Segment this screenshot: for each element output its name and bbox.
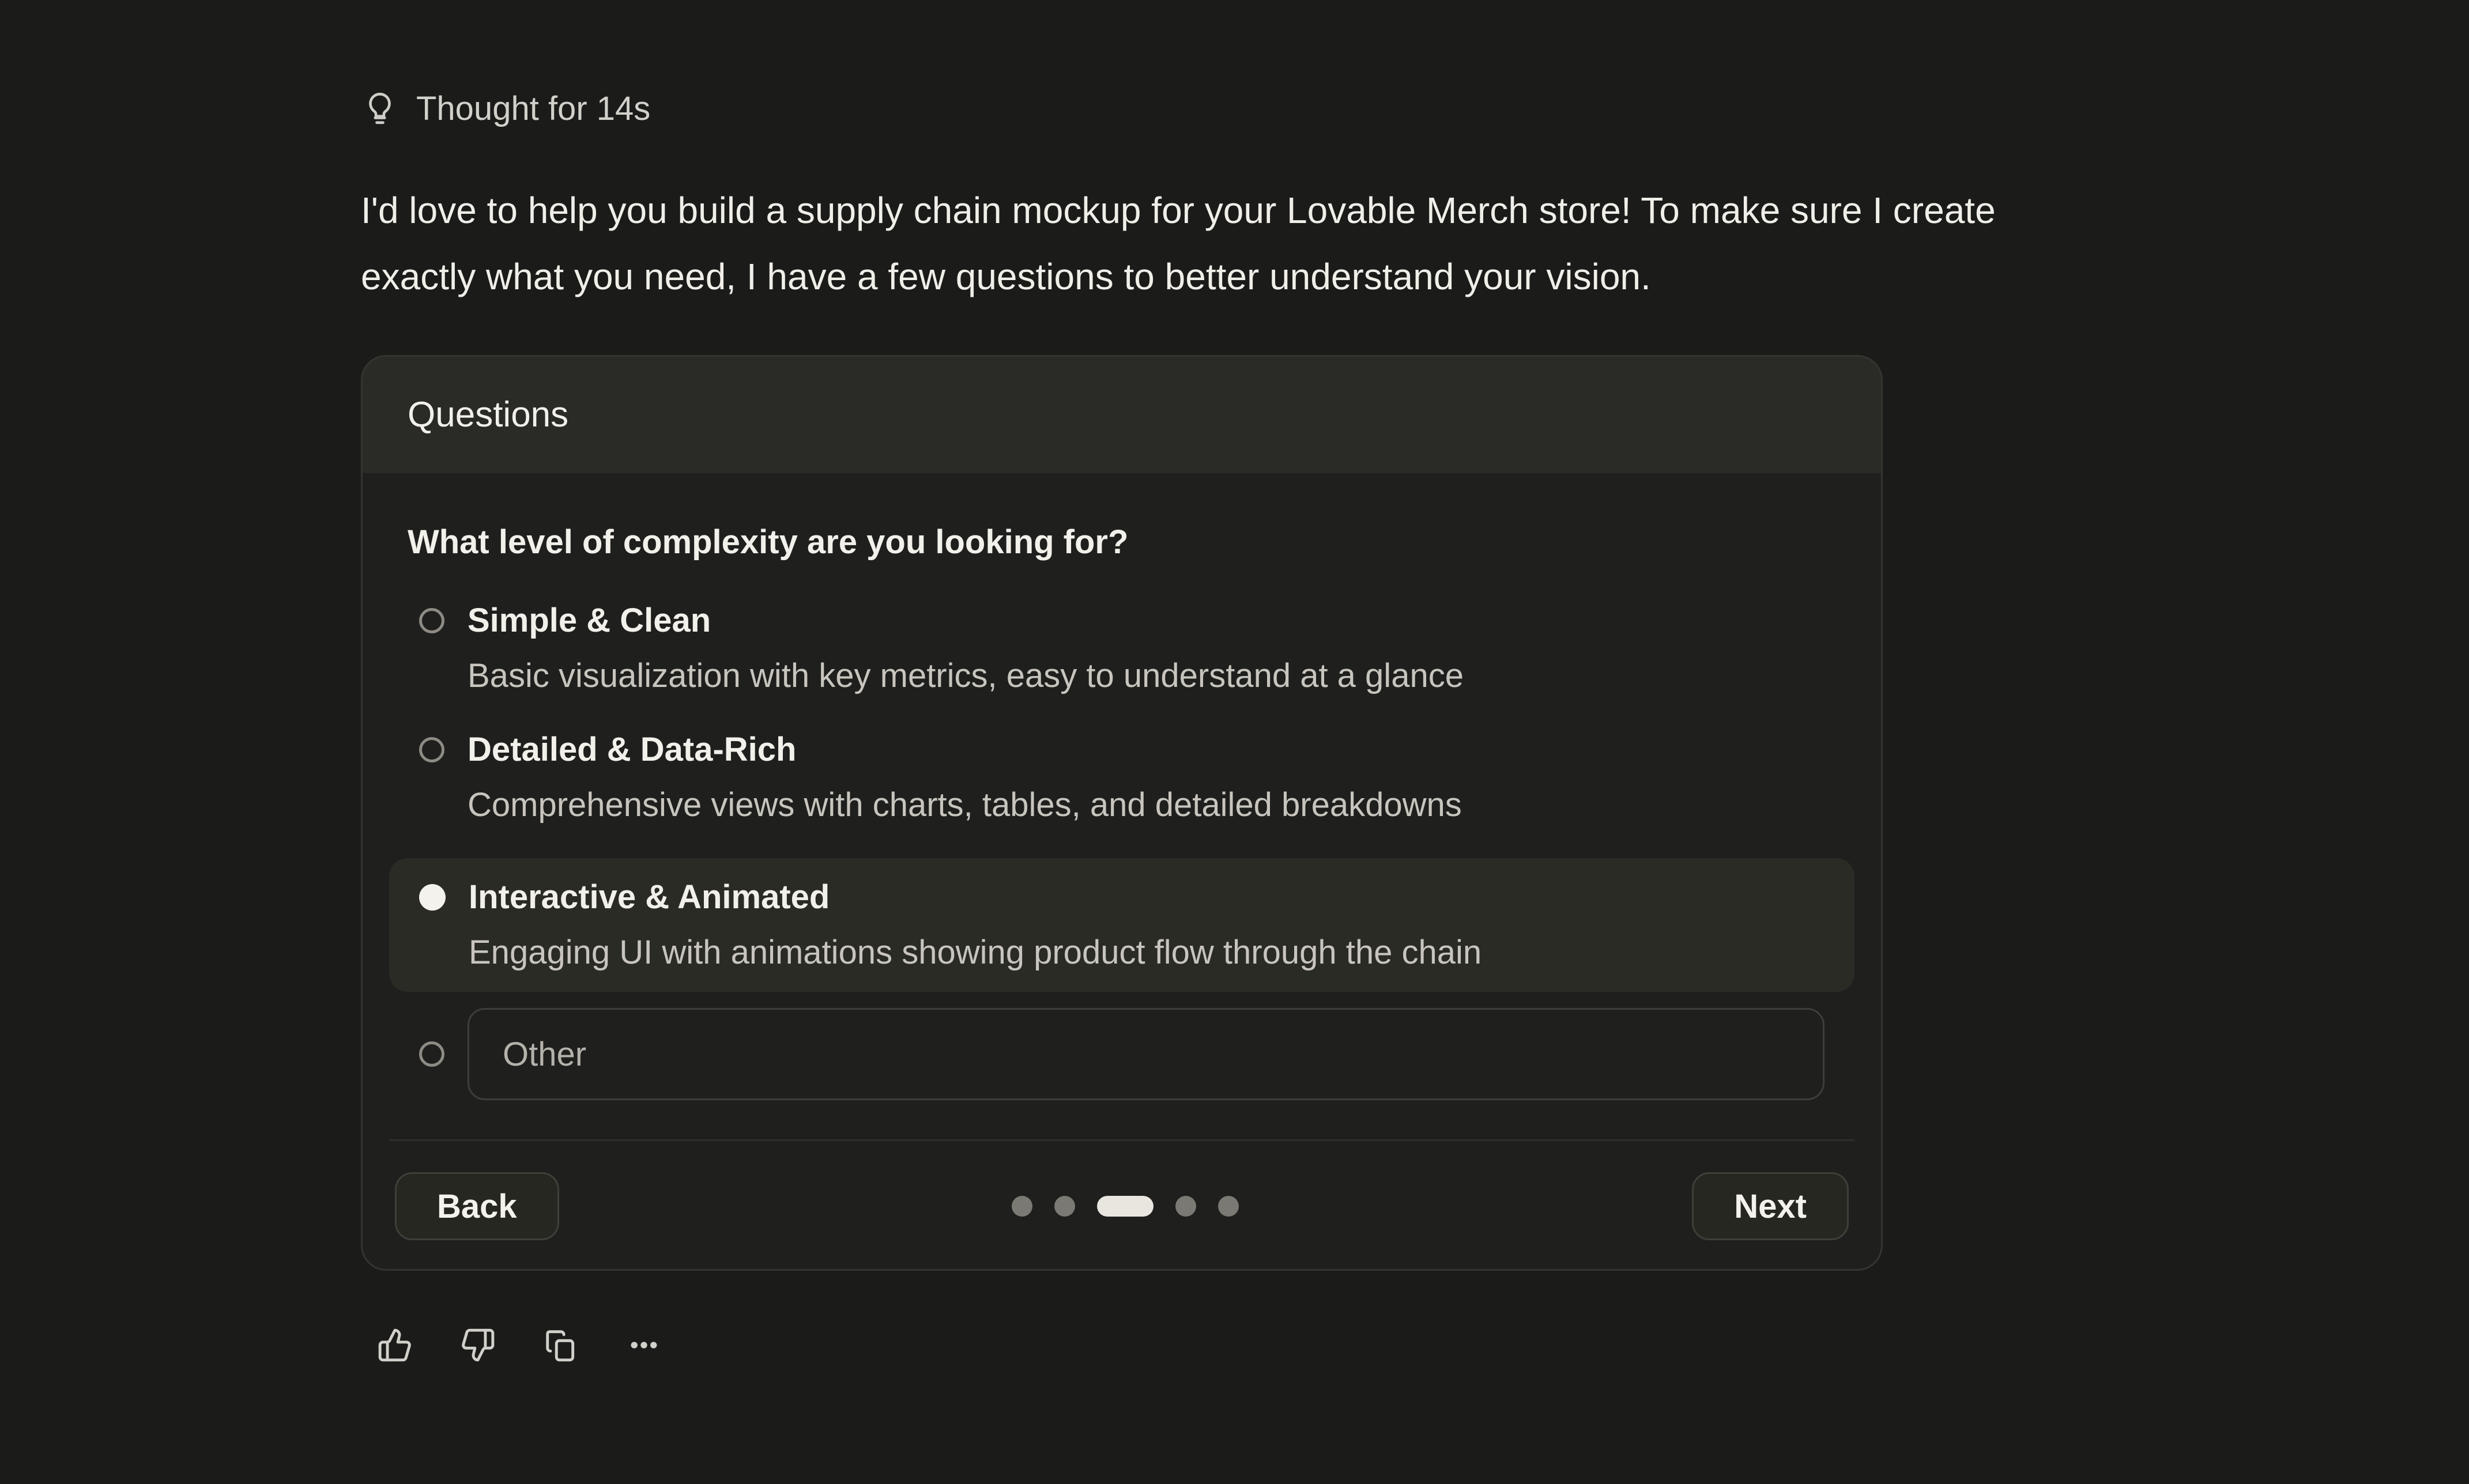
questions-card-header: Questions (363, 357, 1881, 473)
more-options-button[interactable] (626, 1327, 662, 1363)
option-description: Basic visualization with key metrics, ea… (468, 655, 1464, 697)
option-interactive-animated[interactable]: Interactive & Animated Engaging UI with … (389, 858, 1854, 992)
question-title: What level of complexity are you looking… (408, 522, 1836, 563)
option-label: Detailed & Data-Rich (468, 729, 1462, 771)
thumbs-down-button[interactable] (460, 1327, 496, 1363)
ellipsis-icon (626, 1327, 662, 1363)
option-simple-clean[interactable]: Simple & Clean Basic visualization with … (389, 600, 1854, 697)
pagination-dots (1012, 1196, 1239, 1217)
thought-toggle[interactable]: Thought for 14s (361, 85, 1883, 131)
back-button[interactable]: Back (395, 1172, 559, 1240)
thumbs-down-icon (460, 1327, 496, 1363)
option-description: Engaging UI with animations showing prod… (469, 932, 1482, 973)
copy-icon (543, 1327, 579, 1363)
thumbs-up-button[interactable] (377, 1327, 413, 1363)
copy-button[interactable] (543, 1327, 579, 1363)
card-title: Questions (408, 392, 1836, 437)
pagination-dot (1054, 1196, 1075, 1217)
questions-card-body: What level of complexity are you looking… (363, 473, 1881, 1141)
option-other[interactable] (389, 1008, 1854, 1100)
thumbs-up-icon (377, 1327, 413, 1363)
message-line: exactly what you need, I have a few ques… (361, 244, 2217, 310)
assistant-message-text: I'd love to help you build a supply chai… (361, 178, 2217, 310)
pagination-dot-active (1097, 1196, 1154, 1217)
thought-label: Thought for 14s (416, 89, 650, 128)
option-label: Simple & Clean (468, 600, 1464, 641)
message-actions (377, 1327, 1883, 1363)
radio-unselected-icon[interactable] (419, 608, 444, 633)
option-description: Comprehensive views with charts, tables,… (468, 784, 1462, 826)
next-button[interactable]: Next (1692, 1172, 1849, 1240)
questions-card: Questions What level of complexity are y… (361, 355, 1883, 1271)
lightbulb-icon (361, 89, 399, 127)
assistant-message-block: Thought for 14s I'd love to help you bui… (361, 85, 1883, 1363)
radio-unselected-icon[interactable] (419, 1041, 444, 1067)
questions-card-footer: Back Next (363, 1141, 1881, 1269)
pagination-dot (1218, 1196, 1239, 1217)
radio-unselected-icon[interactable] (419, 737, 444, 762)
option-detailed-data-rich[interactable]: Detailed & Data-Rich Comprehensive views… (389, 729, 1854, 826)
message-line: I'd love to help you build a supply chai… (361, 178, 2217, 244)
pagination-dot (1012, 1196, 1032, 1217)
option-label: Interactive & Animated (469, 877, 1482, 918)
other-option-input[interactable] (468, 1008, 1825, 1100)
pagination-dot (1175, 1196, 1196, 1217)
radio-selected-icon[interactable] (419, 884, 446, 911)
